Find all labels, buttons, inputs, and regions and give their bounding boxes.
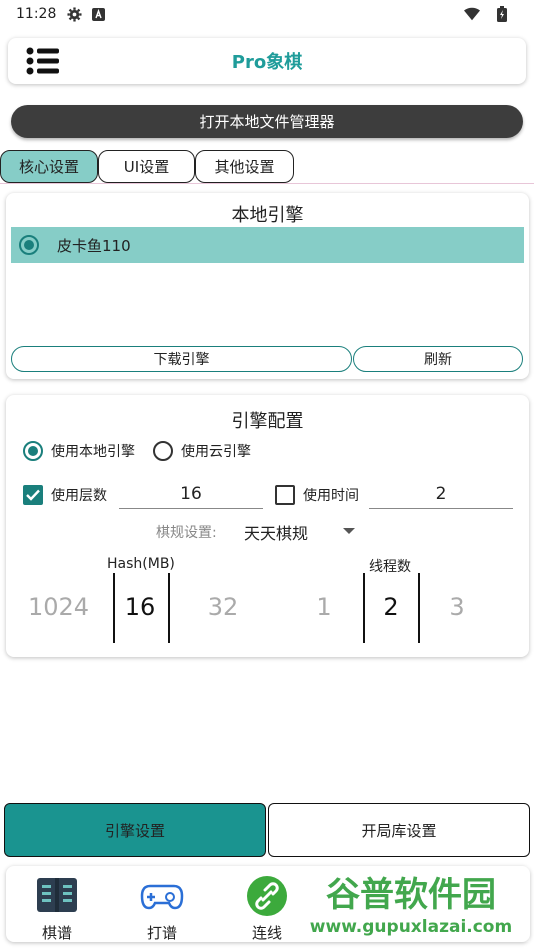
use-depth-option[interactable]: 使用层数 bbox=[23, 485, 107, 505]
tab-engine-settings[interactable]: 引擎设置 bbox=[4, 803, 266, 857]
open-file-manager-button[interactable]: 打开本地文件管理器 bbox=[11, 105, 523, 138]
nav-label-connect: 连线 bbox=[251, 924, 282, 942]
tab-other-settings[interactable]: 其他设置 bbox=[195, 150, 294, 183]
use-time-option[interactable]: 使用时间 bbox=[275, 485, 359, 505]
local-engine-card: 本地引擎 皮卡鱼110 下载引擎 刷新 bbox=[6, 193, 529, 379]
watermark-url: www.gupuxlazai.com bbox=[310, 917, 512, 937]
depth-input[interactable]: 16 bbox=[119, 481, 263, 509]
bottom-tabs: 引擎设置 开局库设置 bbox=[4, 803, 530, 857]
use-depth-label: 使用层数 bbox=[51, 488, 107, 504]
watermark-logo: 谷普软件园 www.gupuxlazai.com bbox=[292, 866, 530, 942]
use-cloud-engine-option[interactable]: 使用云引擎 bbox=[153, 441, 251, 461]
use-cloud-label: 使用云引擎 bbox=[181, 444, 251, 460]
tab-divider bbox=[0, 183, 534, 184]
use-depth-checkbox[interactable] bbox=[23, 485, 43, 505]
hash-option-selected[interactable]: 16 bbox=[110, 593, 170, 621]
use-cloud-radio[interactable] bbox=[153, 441, 173, 461]
link-icon bbox=[247, 876, 287, 916]
local-engine-title: 本地引擎 bbox=[231, 205, 304, 226]
use-local-label: 使用本地引擎 bbox=[51, 444, 135, 460]
status-time: 11:28 bbox=[16, 6, 57, 22]
download-engine-button[interactable]: 下载引擎 bbox=[11, 346, 352, 372]
book-icon bbox=[37, 878, 77, 912]
battery-icon bbox=[494, 6, 510, 22]
engine-radio[interactable] bbox=[19, 235, 39, 255]
gamepad-icon bbox=[140, 884, 184, 910]
app-bar: Pro象棋 bbox=[8, 38, 526, 84]
app-title: Pro象棋 bbox=[231, 52, 303, 73]
notification-a-icon bbox=[90, 6, 106, 22]
hash-option[interactable]: 32 bbox=[193, 593, 253, 621]
status-bar: 11:28 bbox=[0, 0, 534, 28]
tab-opening-book-settings[interactable]: 开局库设置 bbox=[268, 803, 530, 857]
dropdown-arrow-icon[interactable] bbox=[343, 528, 355, 534]
threads-label: 线程数 bbox=[369, 559, 411, 575]
watermark-text: 谷普软件园 bbox=[326, 875, 496, 915]
engine-config-card: 引擎配置 使用本地引擎 使用云引擎 使用层数 16 使用时间 2 棋规设置: 天… bbox=[6, 395, 529, 657]
engine-list-item[interactable]: 皮卡鱼110 bbox=[11, 227, 524, 263]
use-time-checkbox[interactable] bbox=[275, 485, 295, 505]
rules-label: 棋规设置: bbox=[156, 525, 217, 541]
nav-label-play: 打谱 bbox=[146, 924, 177, 942]
use-local-engine-option[interactable]: 使用本地引擎 bbox=[23, 441, 135, 461]
threads-option[interactable]: 1 bbox=[294, 593, 354, 621]
menu-icon[interactable] bbox=[26, 47, 60, 75]
engine-config-title: 引擎配置 bbox=[231, 411, 304, 432]
settings-tabs: 核心设置 UI设置 其他设置 bbox=[0, 150, 294, 183]
threads-option-selected[interactable]: 2 bbox=[361, 593, 421, 621]
threads-option[interactable]: 3 bbox=[427, 593, 487, 621]
wifi-icon bbox=[464, 6, 480, 22]
use-time-label: 使用时间 bbox=[303, 488, 359, 504]
nav-label-records: 棋谱 bbox=[41, 924, 72, 942]
nav-item-play[interactable]: 打谱 bbox=[127, 874, 197, 943]
hash-option[interactable]: 1024 bbox=[28, 593, 89, 621]
tab-ui-settings[interactable]: UI设置 bbox=[98, 150, 195, 183]
engine-name: 皮卡鱼110 bbox=[57, 236, 131, 255]
use-local-radio[interactable] bbox=[23, 441, 43, 461]
hash-label: Hash(MB) bbox=[107, 556, 175, 572]
time-input[interactable]: 2 bbox=[369, 481, 513, 509]
nav-item-records[interactable]: 棋谱 bbox=[22, 874, 92, 943]
rules-select[interactable]: 天天棋规 bbox=[244, 520, 308, 544]
tab-core-settings[interactable]: 核心设置 bbox=[0, 150, 98, 183]
refresh-button[interactable]: 刷新 bbox=[353, 346, 523, 372]
settings-gear-icon bbox=[66, 6, 82, 22]
